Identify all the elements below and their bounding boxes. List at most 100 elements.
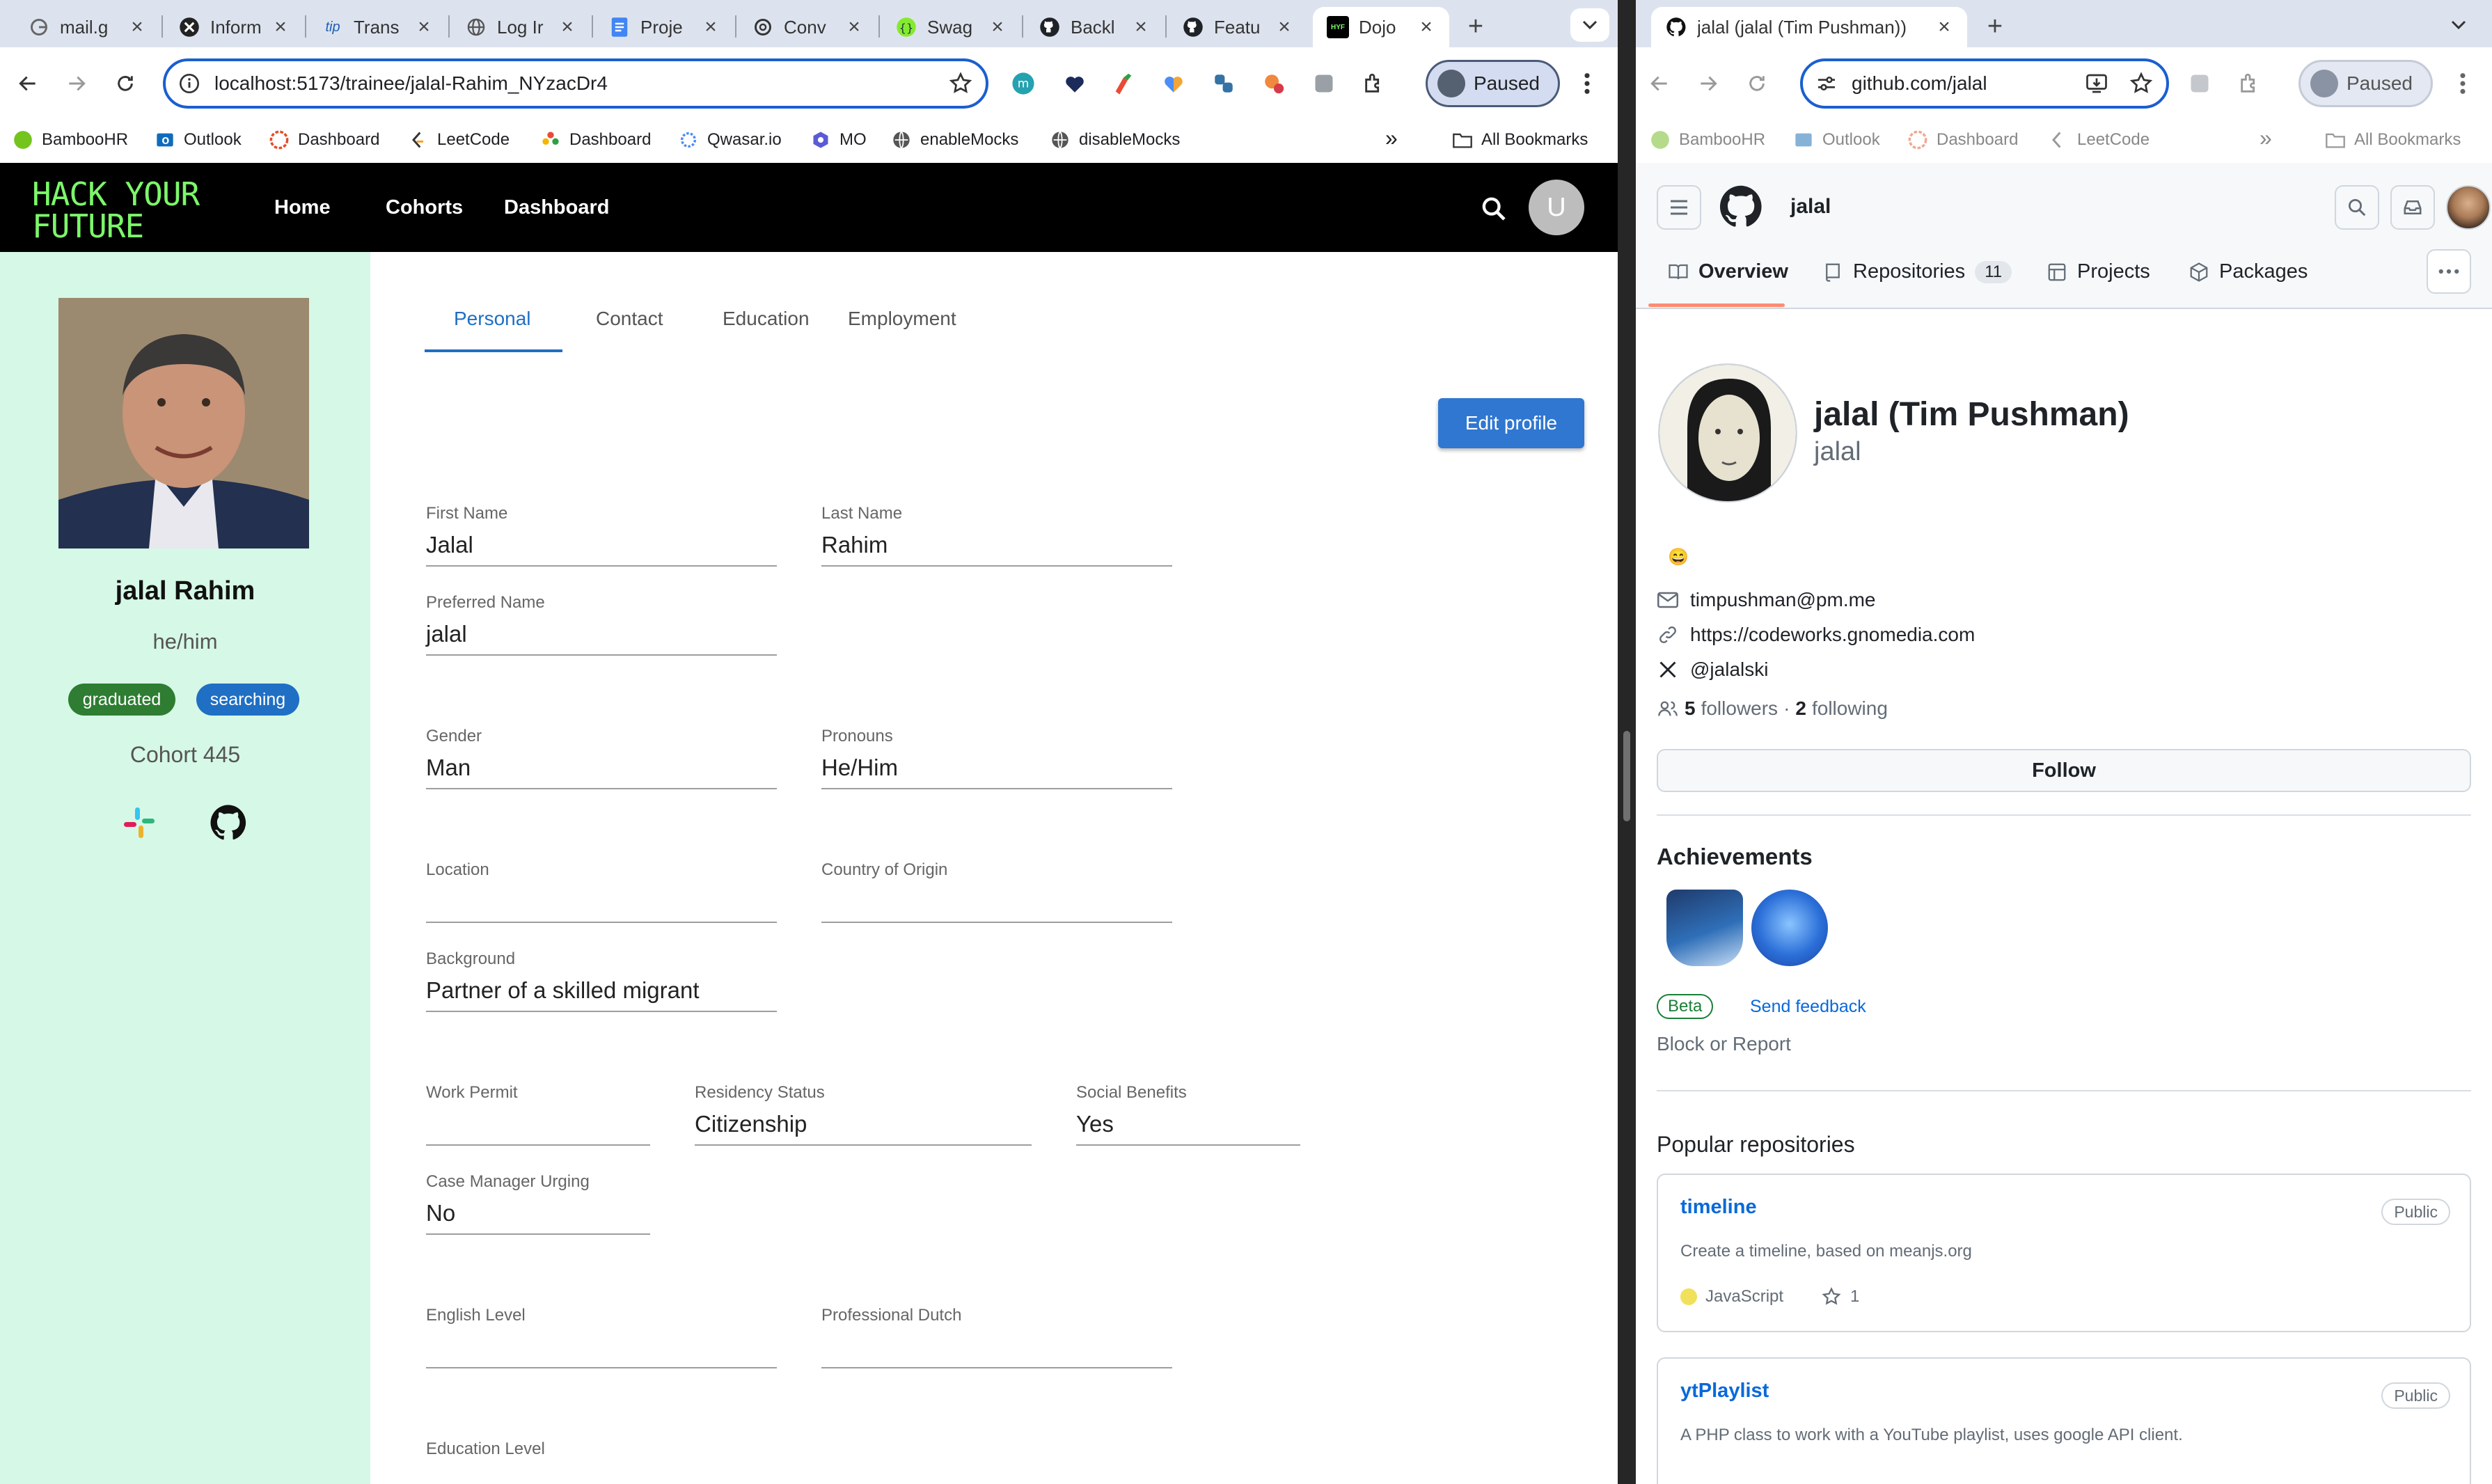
tab-overview[interactable]: Overview [1668,260,1788,283]
close-icon[interactable]: × [1417,17,1435,38]
repo-name-link[interactable]: ytPlaylist [1680,1380,1769,1403]
more-options-icon[interactable] [2427,249,2471,294]
hamburger-menu-icon[interactable] [1657,185,1701,230]
back-button[interactable] [1639,63,1680,104]
pronouns-field[interactable]: Pronouns He/Him [821,727,1172,789]
nav-cohorts[interactable]: Cohorts [386,196,463,219]
hyf-logo[interactable]: HACK YOUR FUTURE [32,178,200,242]
browser-tab[interactable]: Inform × [164,7,303,47]
tab-employment[interactable]: Employment [848,308,956,330]
address-bar[interactable]: localhost:5173/trainee/jalal-Rahim_NYzac… [163,58,988,109]
reload-button[interactable] [104,63,146,104]
close-icon[interactable]: × [845,17,863,38]
close-icon[interactable]: × [1132,17,1150,38]
tab-repositories[interactable]: Repositories 11 [1822,260,2012,283]
user-avatar[interactable]: U [1529,180,1584,235]
browser-tab[interactable]: Log Ir × [451,7,590,47]
close-icon[interactable]: × [988,17,1007,38]
site-settings-icon[interactable] [1815,72,1838,95]
star-icon[interactable] [1821,1286,1842,1307]
tab-search-button[interactable] [1570,8,1609,42]
bookmark-star-icon[interactable] [2129,71,2154,96]
browser-tab[interactable]: {} Swag × [881,7,1020,47]
extension-recorder-icon[interactable] [1253,63,1295,104]
address-bar[interactable]: github.com/jalal [1800,58,2169,109]
bookmark-item[interactable]: BambooHR [13,129,128,150]
close-icon[interactable]: × [1935,17,1953,38]
search-icon[interactable] [2335,185,2379,230]
bookmarks-overflow-button[interactable]: » [2260,125,2272,151]
bookmark-item[interactable]: LeetCode [408,129,510,150]
achievement-badge-arctic[interactable] [1666,890,1743,966]
profile-paused-button[interactable]: Paused [1426,60,1560,107]
twitter-link[interactable]: @jalalski [1657,658,1768,681]
tab-personal[interactable]: Personal [454,308,531,330]
browser-tab[interactable]: Proje × [594,7,734,47]
browser-menu-icon[interactable] [1566,63,1608,104]
bookmarks-overflow-button[interactable]: » [1385,125,1398,151]
professional-dutch-field[interactable]: Professional Dutch [821,1306,1172,1368]
country-of-origin-field[interactable]: Country of Origin [821,860,1172,923]
bookmark-item[interactable]: O Outlook [155,129,242,150]
tab-education[interactable]: Education [723,308,810,330]
tab-contact[interactable]: Contact [596,308,663,330]
tab-search-button[interactable] [2439,8,2478,42]
repo-stars[interactable]: 1 [1850,1287,1859,1307]
website-link[interactable]: https://codeworks.gnomedia.com [1657,624,1975,646]
github-logo-icon[interactable] [1718,184,1764,230]
bookmark-item[interactable]: LeetCode [2048,129,2150,150]
site-info-icon[interactable] [178,72,200,95]
extension-colorpick-icon[interactable] [1103,63,1144,104]
search-icon[interactable] [1474,189,1513,228]
follow-button[interactable]: Follow [1657,749,2471,792]
bookmark-item[interactable]: BambooHR [1650,129,1765,150]
forward-button[interactable] [56,63,97,104]
bookmark-item[interactable]: Qwasar.io [678,129,782,150]
browser-tab[interactable]: Backl × [1025,7,1164,47]
close-icon[interactable]: × [415,17,433,38]
bookmark-item[interactable]: Dashboard [1907,129,2018,150]
tab-projects[interactable]: Projects [2047,260,2150,283]
new-tab-button[interactable]: + [1458,8,1494,45]
close-icon[interactable]: × [271,17,290,38]
english-level-field[interactable]: English Level [426,1306,777,1368]
back-button[interactable] [7,63,49,104]
email-link[interactable]: timpushman@pm.me [1657,589,1876,611]
forward-button[interactable] [1687,63,1729,104]
close-icon[interactable]: × [1275,17,1293,38]
browser-tab-active[interactable]: jalal (jalal (Tim Pushman)) × [1651,7,1967,47]
extension-heart-icon[interactable] [1054,63,1096,104]
background-field[interactable]: Background Partner of a skilled migrant [426,949,777,1012]
bookmark-item[interactable]: Dashboard [269,129,379,150]
bookmark-star-icon[interactable] [948,71,973,96]
divider-grip[interactable] [1623,731,1630,821]
reload-button[interactable] [1736,63,1778,104]
followers-row[interactable]: 5 followers · 2 following [1657,697,1888,720]
browser-tab-active[interactable]: HYF Dojo × [1313,7,1449,47]
gender-field[interactable]: Gender Man [426,727,777,789]
bookmark-item[interactable]: disableMocks [1050,129,1180,150]
inbox-icon[interactable] [2390,185,2435,230]
first-name-field[interactable]: First Name Jalal [426,504,777,567]
close-icon[interactable]: × [558,17,576,38]
browser-tab[interactable]: mail.g × [14,7,160,47]
all-bookmarks-button[interactable]: All Bookmarks [2325,129,2461,150]
profile-paused-button[interactable]: Paused [2298,60,2433,107]
browser-tab[interactable]: Conv × [738,7,877,47]
extensions-puzzle-icon[interactable] [2229,63,2271,104]
close-icon[interactable]: × [128,17,146,38]
tab-packages[interactable]: Packages [2189,260,2308,283]
all-bookmarks-button[interactable]: All Bookmarks [1452,129,1588,150]
header-username[interactable]: jalal [1790,195,1831,219]
extension-gray-icon[interactable] [1303,63,1345,104]
browser-tab[interactable]: tip Trans × [308,7,447,47]
nav-dashboard[interactable]: Dashboard [504,196,609,219]
last-name-field[interactable]: Last Name Rahim [821,504,1172,567]
close-icon[interactable]: × [702,17,720,38]
nav-home[interactable]: Home [274,196,331,219]
social-benefits-field[interactable]: Social Benefits Yes [1076,1083,1300,1146]
github-icon[interactable] [207,802,249,844]
bookmark-item[interactable]: Dashboard [540,129,651,150]
status-emoji[interactable]: 😄 [1668,547,1689,567]
extensions-puzzle-icon[interactable] [1353,63,1395,104]
